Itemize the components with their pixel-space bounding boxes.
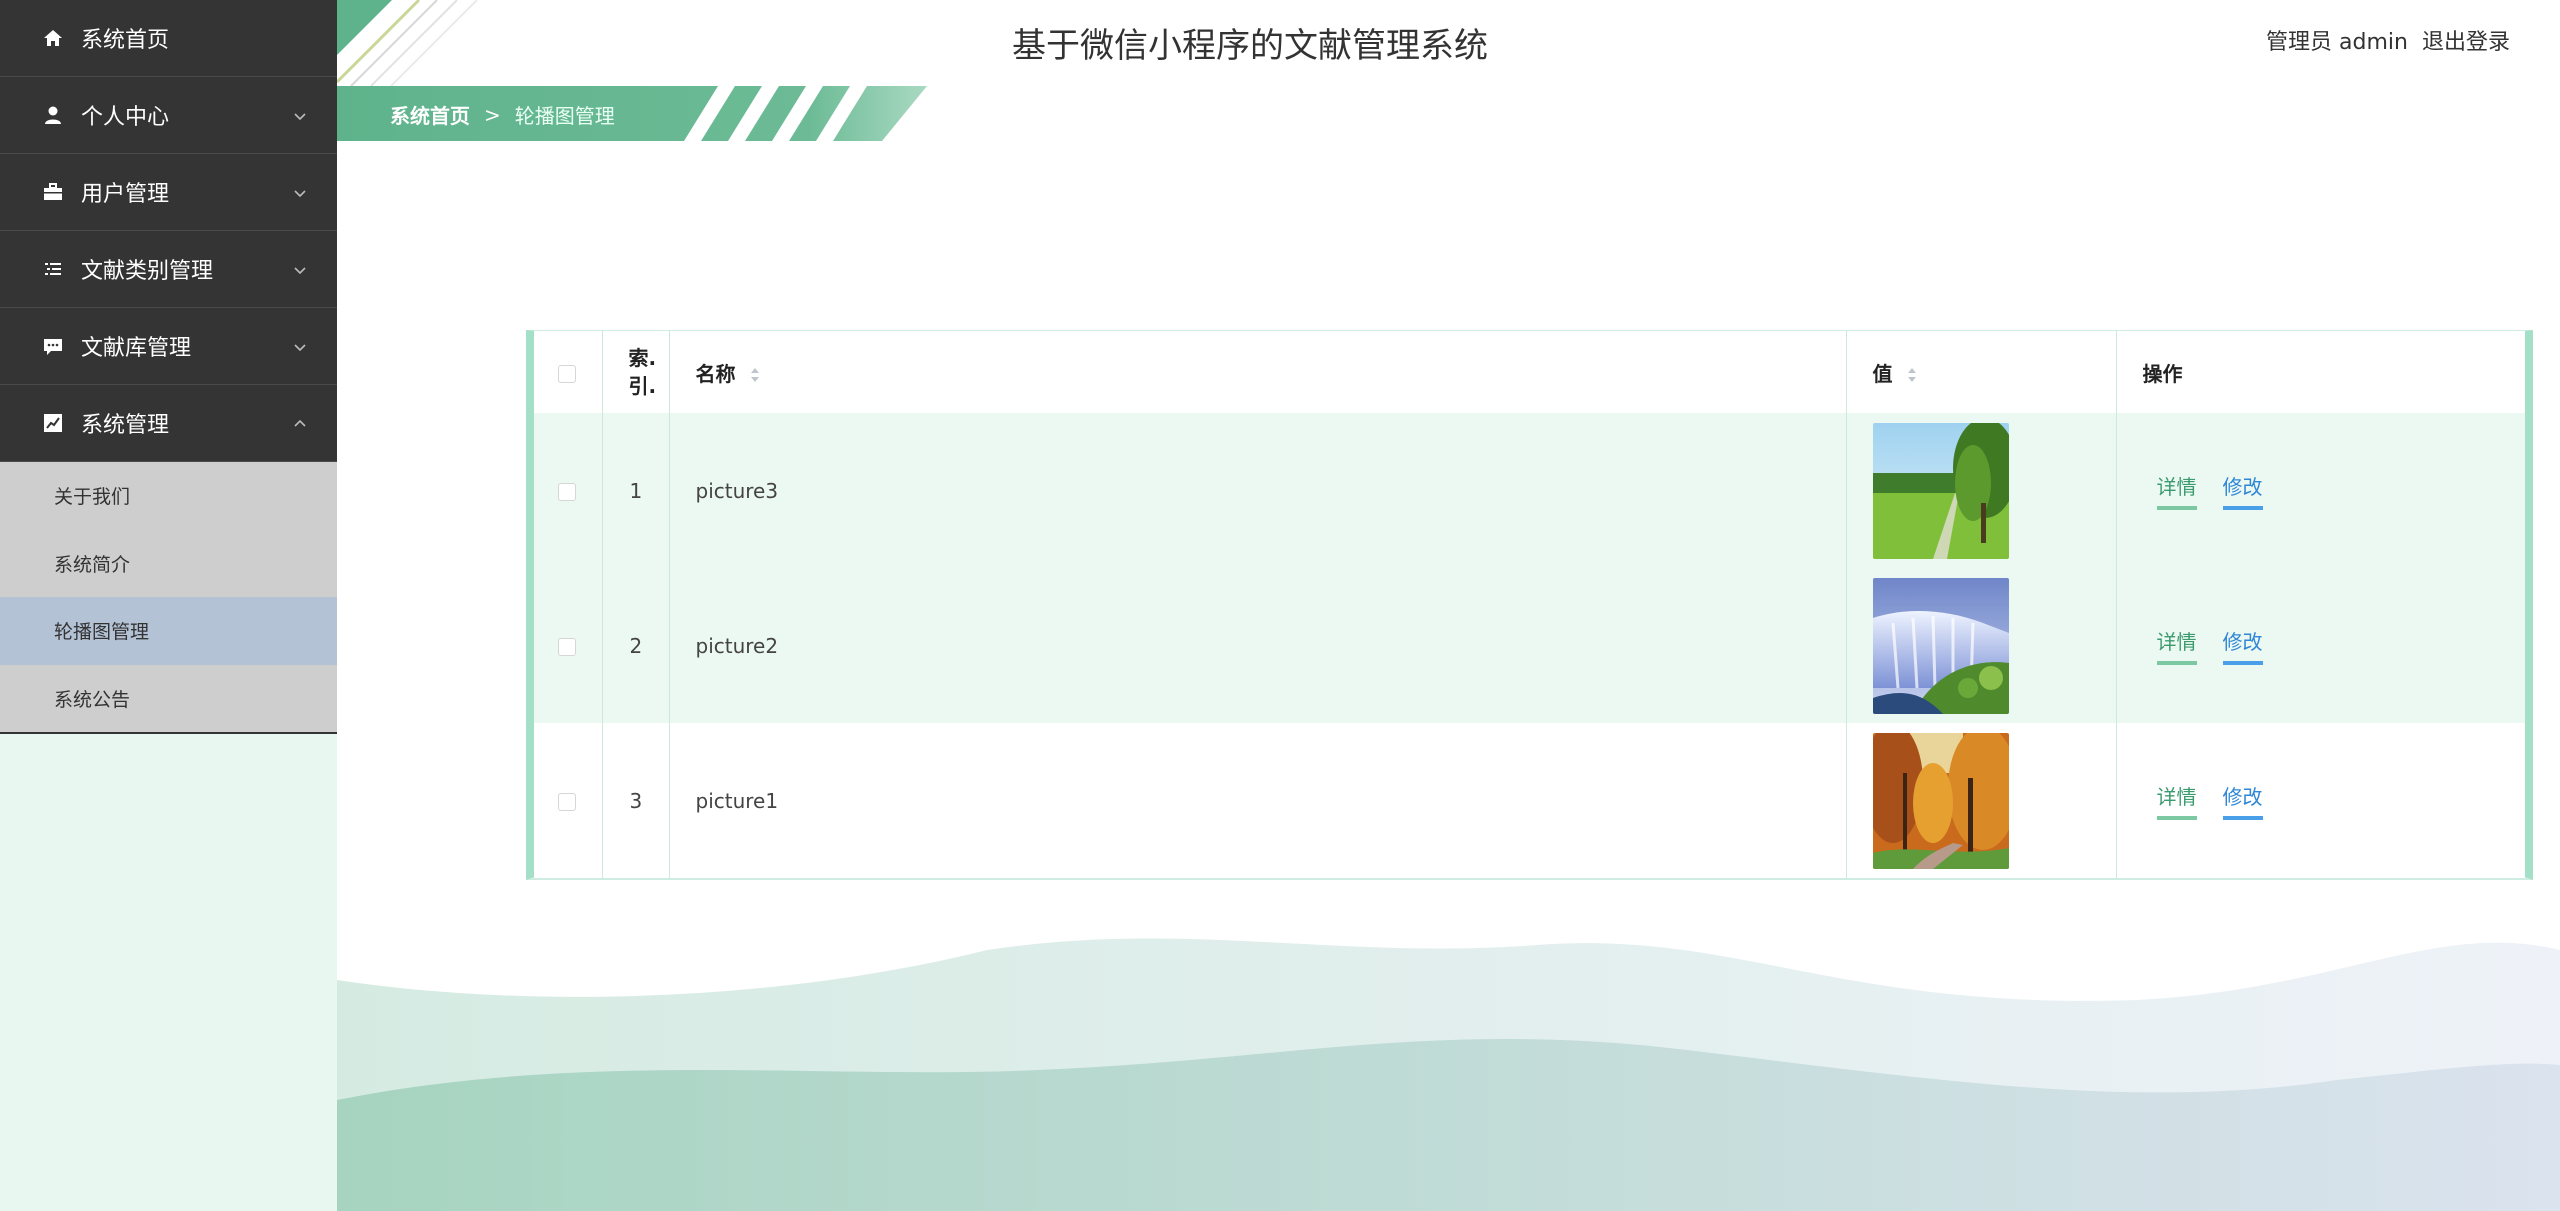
- row-value-cell: [1846, 413, 2117, 568]
- breadcrumb: 系统首页 > 轮播图管理: [390, 100, 615, 129]
- page-title: 基于微信小程序的文献管理系统: [1012, 26, 1488, 66]
- list-icon: [42, 258, 64, 280]
- value-header-label: 值: [1872, 361, 1893, 386]
- row-actions: 详情 修改: [2116, 413, 2525, 568]
- name-header[interactable]: 名称: [669, 331, 1847, 413]
- index-header-line: 引.: [628, 374, 657, 398]
- row-index: 3: [602, 723, 670, 878]
- sidebar-item-label: 系统首页: [81, 28, 170, 53]
- user-label: 管理员 admin: [2266, 30, 2408, 55]
- row-index: 1: [602, 413, 670, 568]
- sidebar-menu: 系统首页 个人中心 用户管理 文献类别管理 文献库管理 系统管理 关于我们 系统…: [0, 0, 337, 734]
- briefcase-icon: [42, 181, 64, 203]
- row-name: picture1: [669, 723, 1847, 878]
- table-row: 2 picture2 详情 修改: [534, 568, 2525, 723]
- background-waves: [337, 938, 2560, 1211]
- row-index: 2: [602, 568, 670, 723]
- row-checkbox[interactable]: [558, 638, 576, 656]
- thumbnail-autumn-forest: [1872, 732, 2009, 869]
- breadcrumb-current: 轮播图管理: [514, 104, 615, 128]
- value-header[interactable]: 值: [1846, 331, 2117, 413]
- row-actions: 详情 修改: [2116, 723, 2525, 878]
- breadcrumb-home-link[interactable]: 系统首页: [390, 100, 470, 129]
- chevron-down-icon: [293, 185, 307, 199]
- sidebar-item-label: 文献库管理: [81, 336, 192, 361]
- sort-icon[interactable]: [1907, 367, 1917, 383]
- sidebar: 系统首页 个人中心 用户管理 文献类别管理 文献库管理 系统管理 关于我们 系统…: [0, 0, 337, 1211]
- sidebar-item-users[interactable]: 用户管理: [0, 154, 337, 231]
- row-value-cell: [1846, 723, 2117, 878]
- chevron-down-icon: [293, 262, 307, 276]
- index-header-line: 索.: [628, 346, 657, 370]
- row-select-cell: [534, 413, 603, 568]
- select-all-header: [534, 331, 603, 413]
- breadcrumb-separator: >: [484, 102, 501, 127]
- sidebar-item-doc-category[interactable]: 文献类别管理: [0, 231, 337, 308]
- select-all-checkbox[interactable]: [558, 364, 576, 383]
- sidebar-item-label: 个人中心: [81, 105, 170, 130]
- system-submenu: 关于我们 系统简介 轮播图管理 系统公告: [0, 462, 337, 734]
- sidebar-item-label: 用户管理: [81, 182, 170, 207]
- sidebar-item-profile[interactable]: 个人中心: [0, 77, 337, 154]
- chevron-down-icon: [293, 108, 307, 122]
- row-select-cell: [534, 723, 603, 878]
- sidebar-item-label: 文献类别管理: [81, 259, 214, 284]
- sidebar-item-home[interactable]: 系统首页: [0, 0, 337, 77]
- detail-link[interactable]: 详情: [2156, 626, 2197, 665]
- sort-icon[interactable]: [750, 367, 760, 383]
- chat-icon: [42, 335, 64, 357]
- row-name: picture2: [669, 568, 1847, 723]
- row-checkbox[interactable]: [558, 483, 576, 501]
- home-icon: [42, 27, 64, 49]
- table-row: 3 picture1 详情 修改: [534, 723, 2525, 878]
- user-icon: [42, 104, 64, 126]
- edit-link[interactable]: 修改: [2222, 471, 2263, 510]
- row-value-cell: [1846, 568, 2117, 723]
- submenu-item-carousel[interactable]: 轮播图管理: [0, 597, 337, 665]
- submenu-item-intro[interactable]: 系统简介: [0, 530, 337, 598]
- submenu-item-about[interactable]: 关于我们: [0, 462, 337, 530]
- row-actions: 详情 修改: [2116, 568, 2525, 723]
- sidebar-item-system[interactable]: 系统管理: [0, 385, 337, 462]
- index-header: 索. 引.: [602, 331, 670, 413]
- logout-link[interactable]: 退出登录: [2422, 24, 2510, 56]
- sidebar-item-label: 系统管理: [81, 413, 170, 438]
- chart-icon: [42, 412, 64, 434]
- name-header-label: 名称: [695, 361, 736, 386]
- table-header-row: 索. 引. 名称 值 操作: [534, 331, 2525, 413]
- row-select-cell: [534, 568, 603, 723]
- thumbnail-waterfall: [1872, 577, 2009, 714]
- header-stripe-decoration: [337, 0, 478, 86]
- chevron-up-icon: [293, 416, 307, 430]
- sidebar-item-doc-library[interactable]: 文献库管理: [0, 308, 337, 385]
- actions-header: 操作: [2142, 361, 2183, 386]
- chevron-down-icon: [293, 339, 307, 353]
- detail-link[interactable]: 详情: [2156, 781, 2197, 820]
- detail-link[interactable]: 详情: [2156, 471, 2197, 510]
- row-name: picture3: [669, 413, 1847, 568]
- edit-link[interactable]: 修改: [2222, 781, 2263, 820]
- edit-link[interactable]: 修改: [2222, 626, 2263, 665]
- submenu-item-notice[interactable]: 系统公告: [0, 665, 337, 733]
- carousel-table: 索. 引. 名称 值 操作 1 picture3 详情 修改 2 picture…: [526, 330, 2533, 880]
- row-checkbox[interactable]: [558, 793, 576, 811]
- user-area: 管理员 admin 退出登录: [2266, 24, 2510, 56]
- table-row: 1 picture3 详情 修改: [534, 413, 2525, 568]
- thumbnail-green-field: [1872, 422, 2009, 559]
